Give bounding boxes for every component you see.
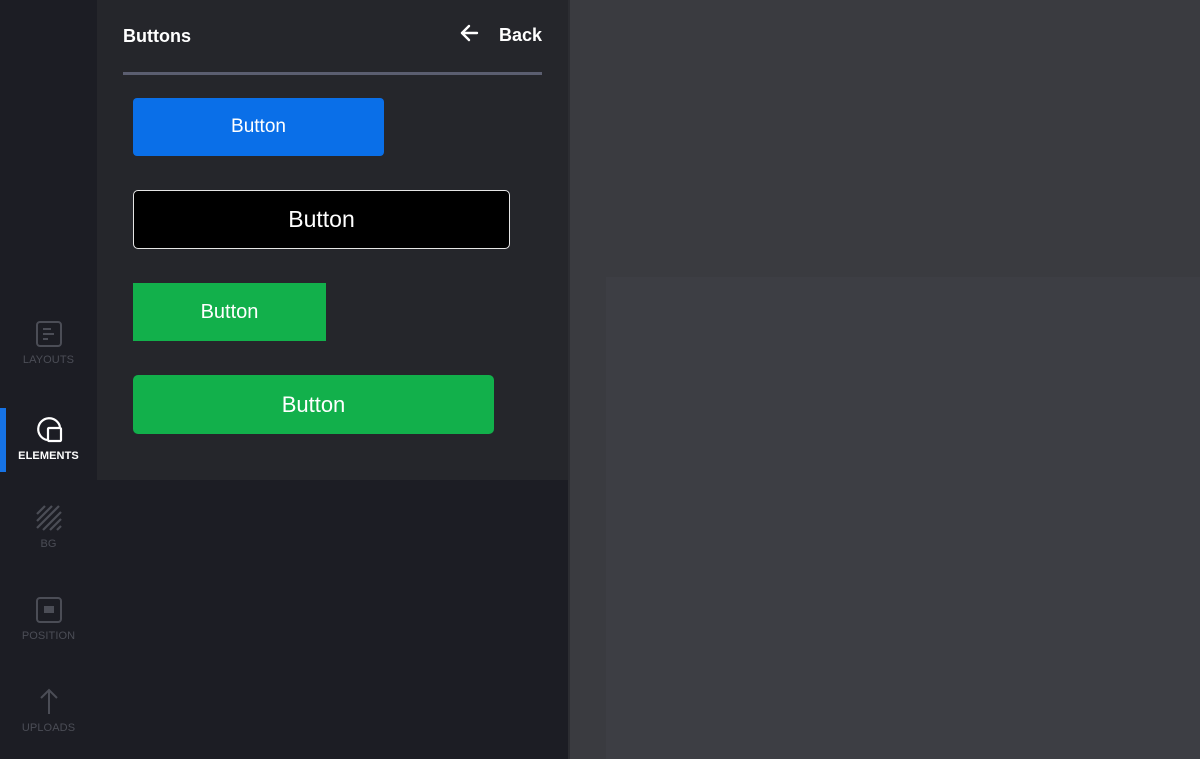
sidebar-item-label: UPLOADS bbox=[21, 722, 76, 734]
elements-icon bbox=[34, 414, 64, 450]
sidebar-item-label: BG bbox=[40, 538, 57, 550]
layouts-icon bbox=[35, 320, 63, 354]
sidebar-rail: LAYOUTS ELEMENTS BG POSITION UPLOADS bbox=[0, 0, 97, 759]
sidebar-item-uploads[interactable]: UPLOADS bbox=[0, 686, 97, 754]
back-label: Back bbox=[498, 25, 542, 45]
arrow-left-icon bbox=[459, 24, 499, 47]
upload-arrow-icon bbox=[35, 686, 63, 722]
sidebar-item-bg[interactable]: BG bbox=[0, 504, 97, 572]
sidebar-item-position[interactable]: POSITION bbox=[0, 596, 97, 664]
position-icon bbox=[35, 596, 63, 630]
button-preset-green-square[interactable]: Button bbox=[133, 283, 326, 341]
elements-panel: Buttons Back Button Button Button Button bbox=[97, 0, 568, 480]
design-canvas[interactable] bbox=[606, 277, 1200, 759]
sidebar-item-elements[interactable]: ELEMENTS bbox=[0, 408, 97, 482]
background-pattern-icon bbox=[35, 504, 63, 538]
button-preset-black-outline[interactable]: Button bbox=[133, 190, 510, 249]
sidebar-item-label: LAYOUTS bbox=[22, 354, 75, 366]
sidebar-item-layouts[interactable]: LAYOUTS bbox=[0, 320, 97, 388]
panel-title: Buttons bbox=[123, 26, 191, 46]
back-button[interactable]: Back bbox=[459, 24, 542, 47]
panel-canvas-divider bbox=[568, 0, 570, 759]
sidebar-item-label: ELEMENTS bbox=[18, 450, 79, 462]
button-preset-blue[interactable]: Button bbox=[133, 98, 384, 156]
panel-empty-area bbox=[97, 480, 568, 759]
panel-divider bbox=[123, 72, 542, 75]
button-preset-green-rounded[interactable]: Button bbox=[133, 375, 494, 434]
sidebar-item-label: POSITION bbox=[21, 630, 76, 642]
